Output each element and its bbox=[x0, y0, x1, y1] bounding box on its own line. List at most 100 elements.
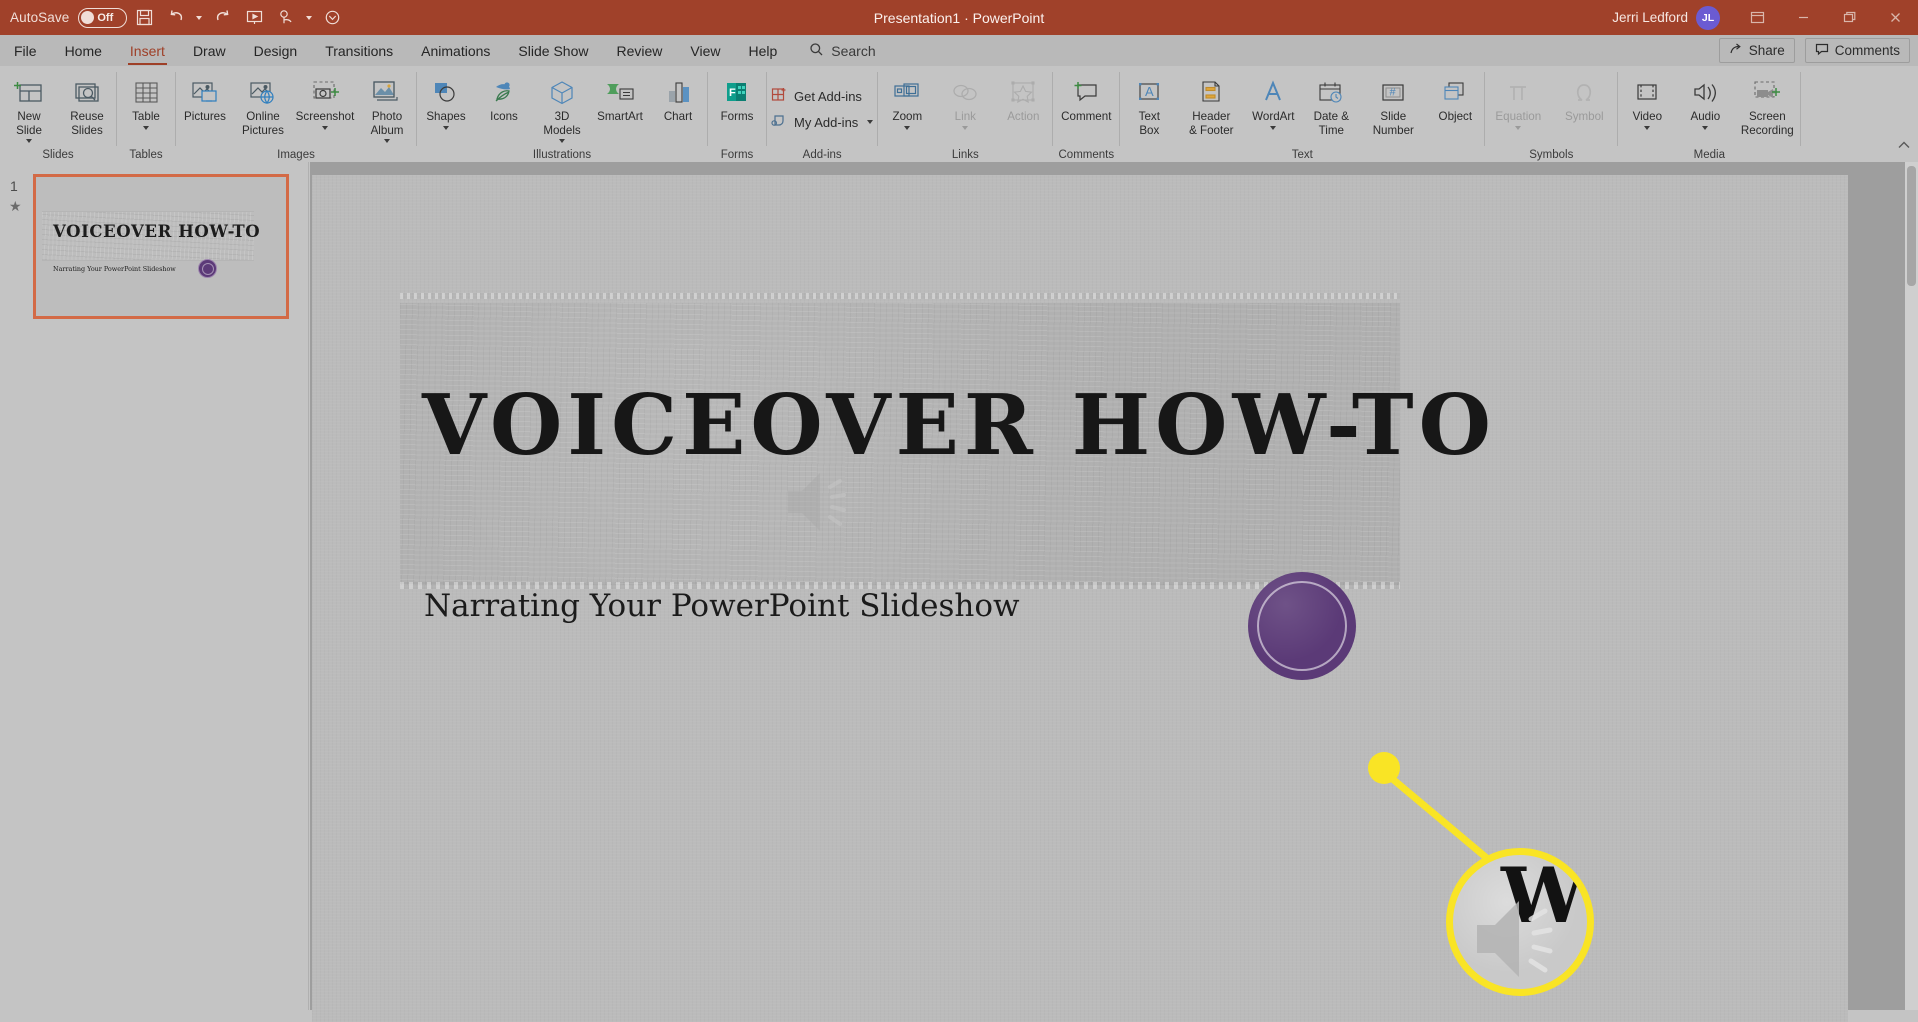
ribbon-group-label-links: Links bbox=[878, 149, 1052, 161]
purple-stamp-shape[interactable] bbox=[1248, 572, 1356, 680]
tab-file[interactable]: File bbox=[0, 35, 51, 66]
my-addins-button[interactable]: My Add-ins bbox=[767, 109, 877, 135]
tab-home[interactable]: Home bbox=[51, 35, 116, 66]
slide-thumbnail-1[interactable]: VOICEOVER HOW-TO Narrating Your PowerPoi… bbox=[33, 174, 289, 319]
slide-editing-canvas[interactable]: VOICEOVER HOW-TO Narrating Your PowerPoi… bbox=[310, 162, 1918, 1010]
slide-subtitle[interactable]: Narrating Your PowerPoint Slideshow bbox=[424, 588, 1020, 624]
slide-surface[interactable]: VOICEOVER HOW-TO Narrating Your PowerPoi… bbox=[312, 175, 1848, 1022]
tab-view[interactable]: View bbox=[676, 35, 734, 66]
chevron-down-icon[interactable] bbox=[443, 126, 449, 130]
chevron-down-icon[interactable] bbox=[904, 126, 910, 130]
vertical-scrollbar[interactable] bbox=[1905, 162, 1918, 1010]
tab-help[interactable]: Help bbox=[734, 35, 791, 66]
symbol-button: Symbol bbox=[1551, 70, 1617, 140]
ribbon-group-label-illustrations: Illustrations bbox=[417, 149, 707, 161]
table-button[interactable]: Table bbox=[117, 70, 175, 140]
chevron-down-icon[interactable] bbox=[384, 139, 390, 143]
slide-number-button[interactable]: # Slide Number bbox=[1360, 70, 1426, 140]
collapse-ribbon-button[interactable] bbox=[1896, 138, 1912, 159]
close-icon[interactable] bbox=[1872, 0, 1918, 35]
photo-album-button[interactable]: Photo Album bbox=[358, 70, 416, 143]
ribbon-display-options-icon[interactable] bbox=[1734, 0, 1780, 35]
video-button[interactable]: Video bbox=[1618, 70, 1676, 140]
pictures-button[interactable]: Pictures bbox=[176, 70, 234, 140]
audio-button[interactable]: Audio bbox=[1676, 70, 1734, 140]
chevron-down-icon[interactable] bbox=[559, 139, 565, 143]
tab-insert[interactable]: Insert bbox=[116, 35, 179, 66]
chart-button[interactable]: Chart bbox=[649, 70, 707, 140]
search-box[interactable]: Search bbox=[791, 42, 875, 60]
text-box-button[interactable]: A Text Box bbox=[1120, 70, 1178, 140]
slide-title[interactable]: VOICEOVER HOW-TO bbox=[422, 380, 1382, 470]
smartart-button[interactable]: SmartArt bbox=[591, 70, 649, 140]
chevron-down-icon[interactable] bbox=[867, 120, 873, 124]
3d-models-button[interactable]: 3D Models bbox=[533, 70, 591, 143]
header-footer-button[interactable]: Header & Footer bbox=[1178, 70, 1244, 140]
slide-number-label: Slide Number bbox=[1373, 110, 1414, 137]
date-time-icon bbox=[1315, 73, 1347, 107]
chevron-down-icon[interactable] bbox=[143, 126, 149, 130]
reuse-slides-button[interactable]: Reuse Slides bbox=[58, 70, 116, 140]
audio-clip-icon-callout[interactable]: W bbox=[1446, 848, 1594, 996]
avatar[interactable]: JL bbox=[1696, 6, 1720, 30]
share-button[interactable]: Share bbox=[1719, 38, 1795, 63]
tab-design[interactable]: Design bbox=[240, 35, 312, 66]
action-button: Action bbox=[994, 70, 1052, 140]
tab-slide-show[interactable]: Slide Show bbox=[504, 35, 602, 66]
reuse-slides-icon bbox=[72, 73, 102, 107]
autosave-toggle[interactable]: Off bbox=[78, 8, 127, 28]
shapes-button[interactable]: Shapes bbox=[417, 70, 475, 140]
online-pictures-button[interactable]: Online Pictures bbox=[234, 70, 292, 140]
new-slide-button[interactable]: New Slide bbox=[0, 70, 58, 143]
icons-button[interactable]: Icons bbox=[475, 70, 533, 140]
comment-button[interactable]: Comment bbox=[1053, 70, 1119, 140]
screen-recording-button[interactable]: Screen Recording bbox=[1734, 70, 1800, 140]
chevron-down-icon[interactable] bbox=[1644, 126, 1650, 130]
symbol-icon bbox=[1568, 73, 1600, 107]
comments-button[interactable]: Comments bbox=[1805, 38, 1910, 63]
tab-transitions[interactable]: Transitions bbox=[311, 35, 407, 66]
forms-button[interactable]: F Forms bbox=[708, 70, 766, 140]
thumbnail-canvas: VOICEOVER HOW-TO Narrating Your PowerPoi… bbox=[39, 180, 283, 313]
zoom-label: Zoom bbox=[892, 110, 922, 124]
header-footer-icon bbox=[1195, 73, 1227, 107]
tab-draw[interactable]: Draw bbox=[179, 35, 240, 66]
animation-star-icon[interactable]: ★ bbox=[9, 198, 22, 215]
object-label: Object bbox=[1439, 110, 1473, 124]
ribbon-group-links: Zoom Link bbox=[878, 66, 1052, 162]
chevron-down-icon[interactable] bbox=[26, 139, 32, 143]
zoom-button[interactable]: Zoom bbox=[878, 70, 936, 140]
tab-animations[interactable]: Animations bbox=[407, 35, 504, 66]
touch-mode-dropdown-icon[interactable] bbox=[303, 3, 315, 33]
slide-thumbnail-pane[interactable]: 1 ★ VOICEOVER HOW-TO Narrating Your Powe… bbox=[0, 162, 309, 1010]
quick-access-toolbar: AutoSave Off bbox=[0, 3, 347, 33]
customize-qat-icon[interactable] bbox=[317, 3, 347, 33]
scrollbar-thumb[interactable] bbox=[1907, 166, 1916, 286]
undo-dropdown-icon[interactable] bbox=[193, 3, 205, 33]
object-button[interactable]: Object bbox=[1426, 70, 1484, 140]
undo-icon[interactable] bbox=[161, 3, 191, 33]
chevron-down-icon[interactable] bbox=[1702, 126, 1708, 130]
comments-label: Comments bbox=[1835, 43, 1900, 58]
redo-icon[interactable] bbox=[207, 3, 237, 33]
ribbon-group-label-media: Media bbox=[1618, 149, 1800, 161]
chevron-down-icon[interactable] bbox=[1270, 126, 1276, 130]
start-from-beginning-icon[interactable] bbox=[239, 3, 269, 33]
wordart-button[interactable]: WordArt bbox=[1244, 70, 1302, 140]
touch-mode-icon[interactable] bbox=[271, 3, 301, 33]
ribbon-group-addins: Get Add-ins My Add-ins Add-ins bbox=[767, 66, 877, 162]
chevron-down-icon[interactable] bbox=[322, 126, 328, 130]
my-addins-icon bbox=[771, 112, 788, 132]
restore-icon[interactable] bbox=[1826, 0, 1872, 35]
date-time-button[interactable]: Date & Time bbox=[1302, 70, 1360, 140]
action-icon bbox=[1007, 73, 1039, 107]
chevron-down-icon bbox=[1515, 126, 1521, 130]
action-label: Action bbox=[1007, 110, 1039, 124]
shapes-label: Shapes bbox=[426, 110, 465, 124]
minimize-icon[interactable] bbox=[1780, 0, 1826, 35]
get-addins-button[interactable]: Get Add-ins bbox=[767, 83, 877, 109]
screenshot-button[interactable]: Screenshot bbox=[292, 70, 358, 140]
tab-review[interactable]: Review bbox=[602, 35, 676, 66]
ribbon-group-comments: Comment Comments bbox=[1053, 66, 1119, 162]
save-icon[interactable] bbox=[129, 3, 159, 33]
